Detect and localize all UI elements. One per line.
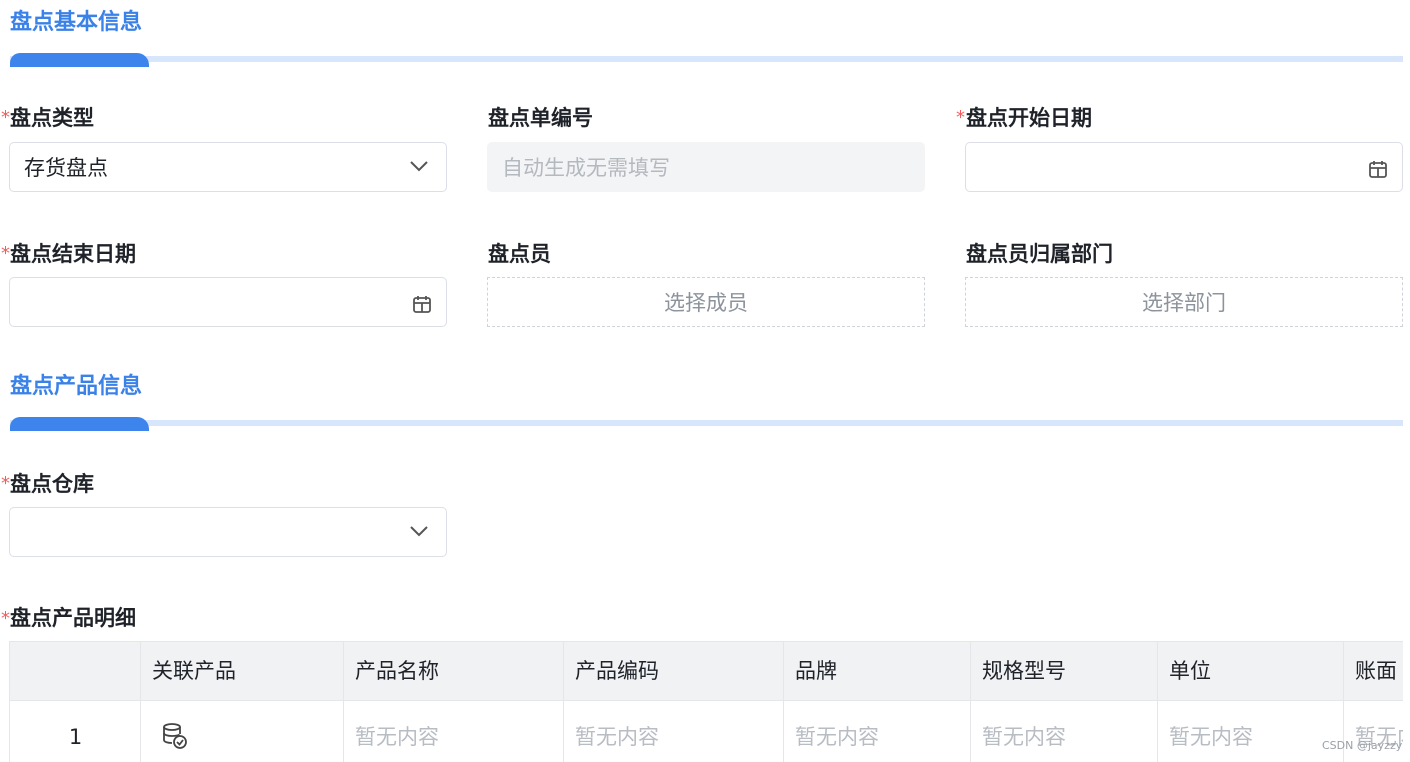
field-label-warehouse: 盘点仓库 — [10, 472, 94, 496]
select-member-button[interactable]: 选择成员 — [487, 277, 925, 327]
field-label-order-no: 盘点单编号 — [488, 106, 593, 130]
column-spec-model: 规格型号 暂无内容 — [970, 641, 1157, 762]
field-label-detail: 盘点产品明细 — [10, 606, 136, 630]
column-product-name: 产品名称 暂无内容 — [343, 641, 563, 762]
empty-cell: 暂无内容 — [795, 725, 879, 749]
column-header: 产品编码 — [575, 659, 659, 683]
field-label-staff: 盘点员 — [488, 242, 551, 266]
section-title: 盘点基本信息 — [10, 10, 143, 35]
empty-cell: 暂无内容 — [575, 725, 659, 749]
column-product-code: 产品编码 暂无内容 — [563, 641, 783, 762]
chevron-down-icon — [410, 526, 428, 537]
column-unit: 单位 暂无内容 — [1157, 641, 1343, 762]
column-header: 单位 — [1169, 659, 1211, 683]
section-divider — [10, 420, 1403, 426]
index-column: 1 — [9, 641, 140, 762]
section-accent-tab — [10, 53, 149, 67]
section-header-product: 盘点产品信息 — [10, 372, 1403, 432]
required-mark: * — [1, 473, 10, 494]
product-detail-table: 1 关联产品 产品名称 暂无内容 产品编码 暂无内容 品牌 暂无内容 规格型号 … — [9, 641, 1403, 762]
column-header: 关联产品 — [152, 659, 236, 683]
link-product-icon[interactable] — [162, 722, 188, 750]
field-label-department: 盘点员归属部门 — [966, 242, 1113, 266]
column-header: 账面 — [1355, 659, 1397, 683]
column-brand: 品牌 暂无内容 — [783, 641, 970, 762]
watermark: CSDN @jayzzy — [1322, 739, 1403, 752]
empty-cell: 暂无内容 — [355, 725, 439, 749]
column-header: 品牌 — [795, 659, 837, 683]
required-mark: * — [1, 243, 10, 264]
field-label-type: 盘点类型 — [10, 106, 94, 130]
start-date-picker[interactable] — [965, 142, 1403, 192]
column-header: 产品名称 — [355, 659, 439, 683]
empty-cell: 暂无内容 — [1169, 725, 1253, 749]
select-department-button[interactable]: 选择部门 — [965, 277, 1403, 327]
required-mark: * — [1, 608, 10, 629]
calendar-icon — [1369, 161, 1387, 178]
section-header-basic: 盘点基本信息 — [10, 8, 1403, 68]
field-label-start-date: 盘点开始日期 — [966, 106, 1092, 130]
warehouse-select[interactable] — [9, 507, 447, 557]
field-placeholder: 自动生成无需填写 — [502, 156, 670, 180]
section-divider — [10, 56, 1403, 62]
required-mark: * — [1, 107, 10, 128]
calendar-icon — [413, 296, 431, 313]
section-title: 盘点产品信息 — [10, 374, 143, 399]
field-label-end-date: 盘点结束日期 — [10, 242, 136, 266]
select-member-label: 选择成员 — [664, 291, 748, 315]
select-value: 存货盘点 — [24, 156, 108, 180]
select-department-label: 选择部门 — [1142, 291, 1226, 315]
order-number-field: 自动生成无需填写 — [487, 142, 925, 192]
column-header: 规格型号 — [982, 659, 1066, 683]
required-mark: * — [956, 107, 965, 128]
end-date-picker[interactable] — [9, 277, 447, 327]
empty-cell: 暂无内容 — [982, 725, 1066, 749]
chevron-down-icon — [410, 161, 428, 172]
inventory-type-select[interactable]: 存货盘点 — [9, 142, 447, 192]
section-accent-tab — [10, 417, 149, 431]
row-index: 1 — [68, 725, 83, 749]
